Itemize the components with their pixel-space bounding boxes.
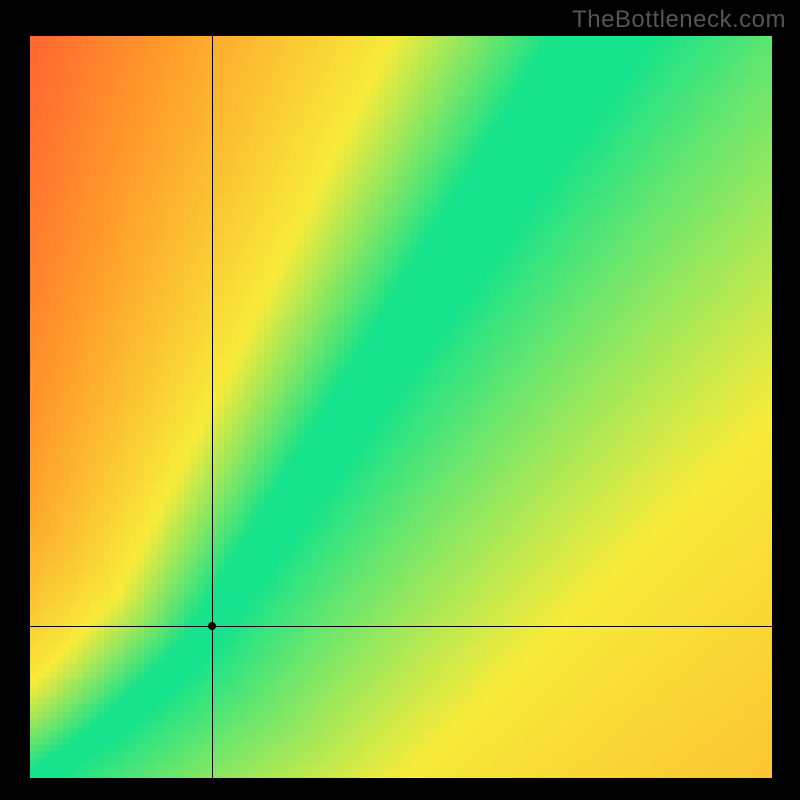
crosshair-horizontal [30, 626, 772, 627]
crosshair-vertical [212, 36, 213, 778]
heatmap-canvas [30, 36, 772, 778]
crosshair-marker-dot [208, 622, 216, 630]
chart-container: TheBottleneck.com [0, 0, 800, 800]
plot-area [30, 36, 772, 778]
watermark-text: TheBottleneck.com [572, 6, 786, 34]
